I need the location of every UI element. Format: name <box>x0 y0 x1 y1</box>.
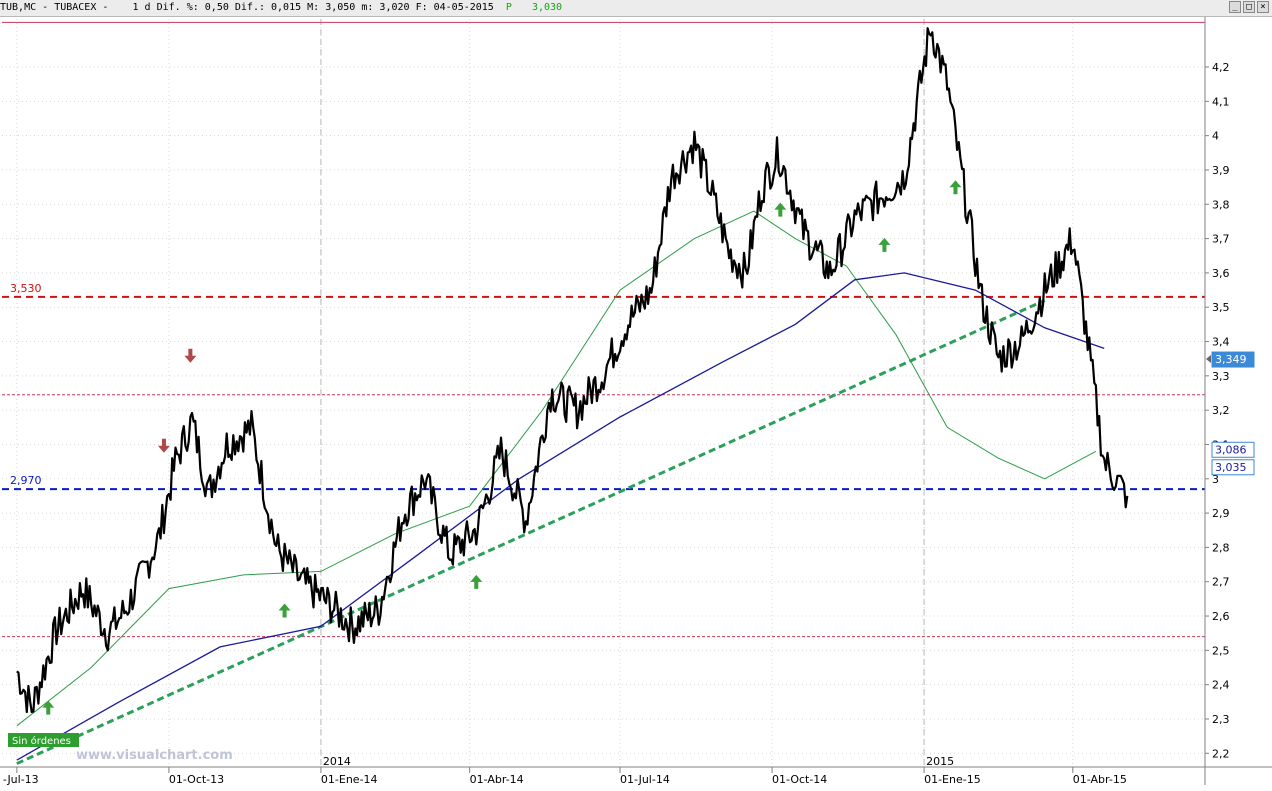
price-chart[interactable]: 2,22,32,42,52,62,72,82,933,13,23,33,43,5… <box>0 17 1272 791</box>
y-tick-label: 2,4 <box>1212 679 1230 692</box>
y-tick-label: 2,2 <box>1212 747 1230 760</box>
level-label-resistance: 3,530 <box>10 282 42 295</box>
x-tick-label: 01-Abr-15 <box>1073 773 1127 786</box>
level-label-support: 2,970 <box>10 474 42 487</box>
series-price <box>16 27 1129 714</box>
price-tag-pointer-icon <box>1206 355 1211 364</box>
sell-signal-icon <box>184 348 197 363</box>
year-label: 2014 <box>323 755 351 768</box>
buy-signal-icon <box>42 700 55 715</box>
y-tick-label: 3,5 <box>1212 301 1230 314</box>
close-button[interactable]: × <box>1257 1 1269 13</box>
sell-signal-icon <box>157 438 170 453</box>
y-tick-label: 2,9 <box>1212 507 1230 520</box>
y-tick-label: 2,7 <box>1212 576 1230 589</box>
trendline <box>16 298 1046 765</box>
buy-signal-icon <box>774 202 787 217</box>
buy-signal-icon <box>878 237 891 252</box>
header-min: m: 3,020 <box>361 2 410 13</box>
buy-signal-icon <box>278 603 291 618</box>
x-tick-label: 01-Jul-14 <box>620 773 670 786</box>
header-symbol: TUB,MC <box>0 2 37 13</box>
y-tick-label: 3,7 <box>1212 233 1230 246</box>
price-series <box>16 27 1129 714</box>
y-axis: 2,22,32,42,52,62,72,82,933,13,23,33,43,5… <box>1204 17 1255 785</box>
buy-signal-icon <box>470 574 483 589</box>
level-labels: 3,530 2,970 <box>10 282 42 487</box>
trendline-line <box>16 298 1046 765</box>
y-tick-label: 2,8 <box>1212 541 1230 554</box>
y-tick-label: 3,4 <box>1212 336 1230 349</box>
header-dif-pct: Dif. %: 0,50 <box>156 2 229 13</box>
x-tick-label: 01-Oct-14 <box>772 773 827 786</box>
y-tick-label: 3,9 <box>1212 164 1230 177</box>
header-price-value: 3,030 <box>531 2 563 13</box>
grid <box>2 19 1205 767</box>
series-ma_short <box>16 210 1097 727</box>
header-period: 1 d <box>132 2 151 13</box>
price-tag-label: 3,086 <box>1215 443 1247 456</box>
x-tick-label: 01-Ene-14 <box>321 773 378 786</box>
y-tick-label: 3,3 <box>1212 370 1230 383</box>
y-tick-label: 2,6 <box>1212 610 1230 623</box>
y-tick-label: 4,1 <box>1212 95 1230 108</box>
minimize-button[interactable]: _ <box>1229 1 1241 13</box>
header-name: TUBACEX <box>54 2 97 13</box>
x-tick-label: 01-Oct-13 <box>169 773 224 786</box>
x-tick-label: 01-Abr-14 <box>470 773 524 786</box>
y-tick-label: 3,6 <box>1212 267 1230 280</box>
header-dif: Dif.: 0,015 <box>234 2 302 13</box>
header-max: M: 3,050 <box>307 2 356 13</box>
chart-title-bar: TUB,MC - TUBACEX - 1 d Dif. %: 0,50 Dif.… <box>0 0 1272 17</box>
y-tick-label: 2,5 <box>1212 644 1230 657</box>
y-tick-label: 2,3 <box>1212 713 1230 726</box>
price-tag-label: 3,035 <box>1215 461 1247 474</box>
header-sep-1: - <box>42 2 55 13</box>
price-tag-label: 3,349 <box>1215 353 1247 366</box>
status-badge-label: Sin órdenes <box>12 735 71 747</box>
restore-button[interactable]: □ <box>1243 1 1255 13</box>
header-date: F: 04-05-2015 <box>415 2 494 13</box>
header-price-label: P <box>505 2 512 13</box>
y-tick-label: 4,2 <box>1212 61 1230 74</box>
x-tick-label: -Jul-13 <box>3 773 39 786</box>
window-controls: _ □ × <box>1229 1 1269 13</box>
status-badge: Sin órdenes <box>8 733 79 747</box>
watermark-text: www.visualchart.com <box>76 748 233 763</box>
year-label: 2015 <box>926 755 954 768</box>
y-tick-label: 4 <box>1212 130 1219 143</box>
y-tick-label: 3,2 <box>1212 404 1230 417</box>
header-sep-2: - <box>102 2 127 13</box>
y-tick-label: 3,8 <box>1212 198 1230 211</box>
moving-averages <box>16 210 1105 761</box>
x-tick-label: 01-Ene-15 <box>924 773 981 786</box>
buy-signal-icon <box>949 180 962 195</box>
